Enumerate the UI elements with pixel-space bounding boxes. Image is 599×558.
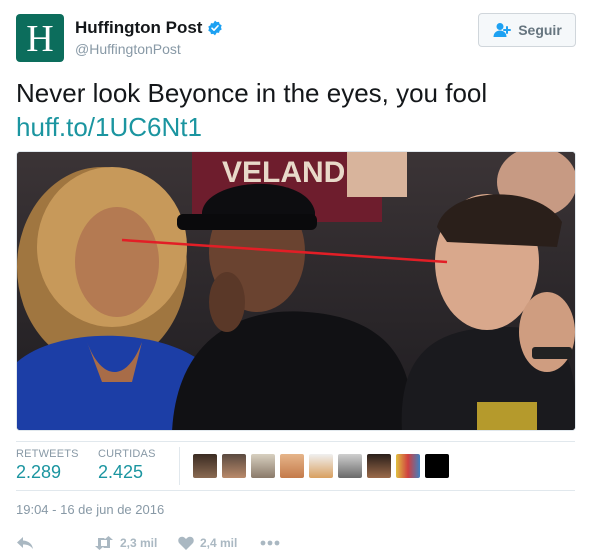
add-person-icon <box>493 23 512 37</box>
favoriter-avatar-6[interactable] <box>338 454 362 478</box>
retweet-button[interactable]: 2,3 mil <box>94 536 178 550</box>
retweet-icon <box>95 536 113 550</box>
tweet-actions: 2,3 mil 2,4 mil <box>16 532 280 554</box>
retweets-value[interactable]: 2.289 <box>16 462 61 483</box>
favoriter-avatar-7[interactable] <box>367 454 391 478</box>
account-name-row[interactable]: Huffington Post <box>75 18 223 38</box>
stats-separator <box>179 447 180 485</box>
avatar-letter: H <box>26 18 54 60</box>
favoriter-avatar-4[interactable] <box>280 454 304 478</box>
likes-value[interactable]: 2.425 <box>98 462 143 483</box>
heart-icon <box>178 536 194 550</box>
reply-button[interactable] <box>16 536 94 550</box>
retweet-count: 2,3 mil <box>120 536 158 550</box>
more-button[interactable] <box>260 540 280 546</box>
retweets-label: RETWEETS <box>16 448 79 460</box>
favoriter-avatar-8[interactable] <box>396 454 420 478</box>
stats-bottom-divider <box>16 490 575 491</box>
like-count: 2,4 mil <box>200 536 238 550</box>
more-icon <box>260 540 280 546</box>
follow-button[interactable]: Seguir <box>478 13 576 47</box>
account-name[interactable]: Huffington Post <box>75 18 202 38</box>
reply-icon <box>17 537 33 549</box>
follow-button-label: Seguir <box>518 22 562 38</box>
likes-label: CURTIDAS <box>98 448 156 460</box>
favoriter-avatar-5[interactable] <box>309 454 333 478</box>
account-avatar[interactable]: H <box>16 14 64 62</box>
tweet-text: Never look Beyonce in the eyes, you fool <box>16 78 488 108</box>
favoriter-avatar-1[interactable] <box>193 454 217 478</box>
verified-badge-icon <box>208 20 223 36</box>
tweet-link[interactable]: huff.to/1UC6Nt1 <box>16 110 202 144</box>
favoriter-avatar-3[interactable] <box>251 454 275 478</box>
tweet-timestamp[interactable]: 19:04 - 16 de jun de 2016 <box>16 502 164 517</box>
tweet-photo[interactable]: VELAND <box>16 151 576 431</box>
favoriter-avatar-9[interactable] <box>425 454 449 478</box>
account-handle[interactable]: @HuffingtonPost <box>75 41 181 57</box>
stats-top-divider <box>16 441 575 442</box>
jersey-text: VELAND <box>222 156 345 189</box>
favoriter-avatar-2[interactable] <box>222 454 246 478</box>
like-button[interactable]: 2,4 mil <box>178 536 260 550</box>
